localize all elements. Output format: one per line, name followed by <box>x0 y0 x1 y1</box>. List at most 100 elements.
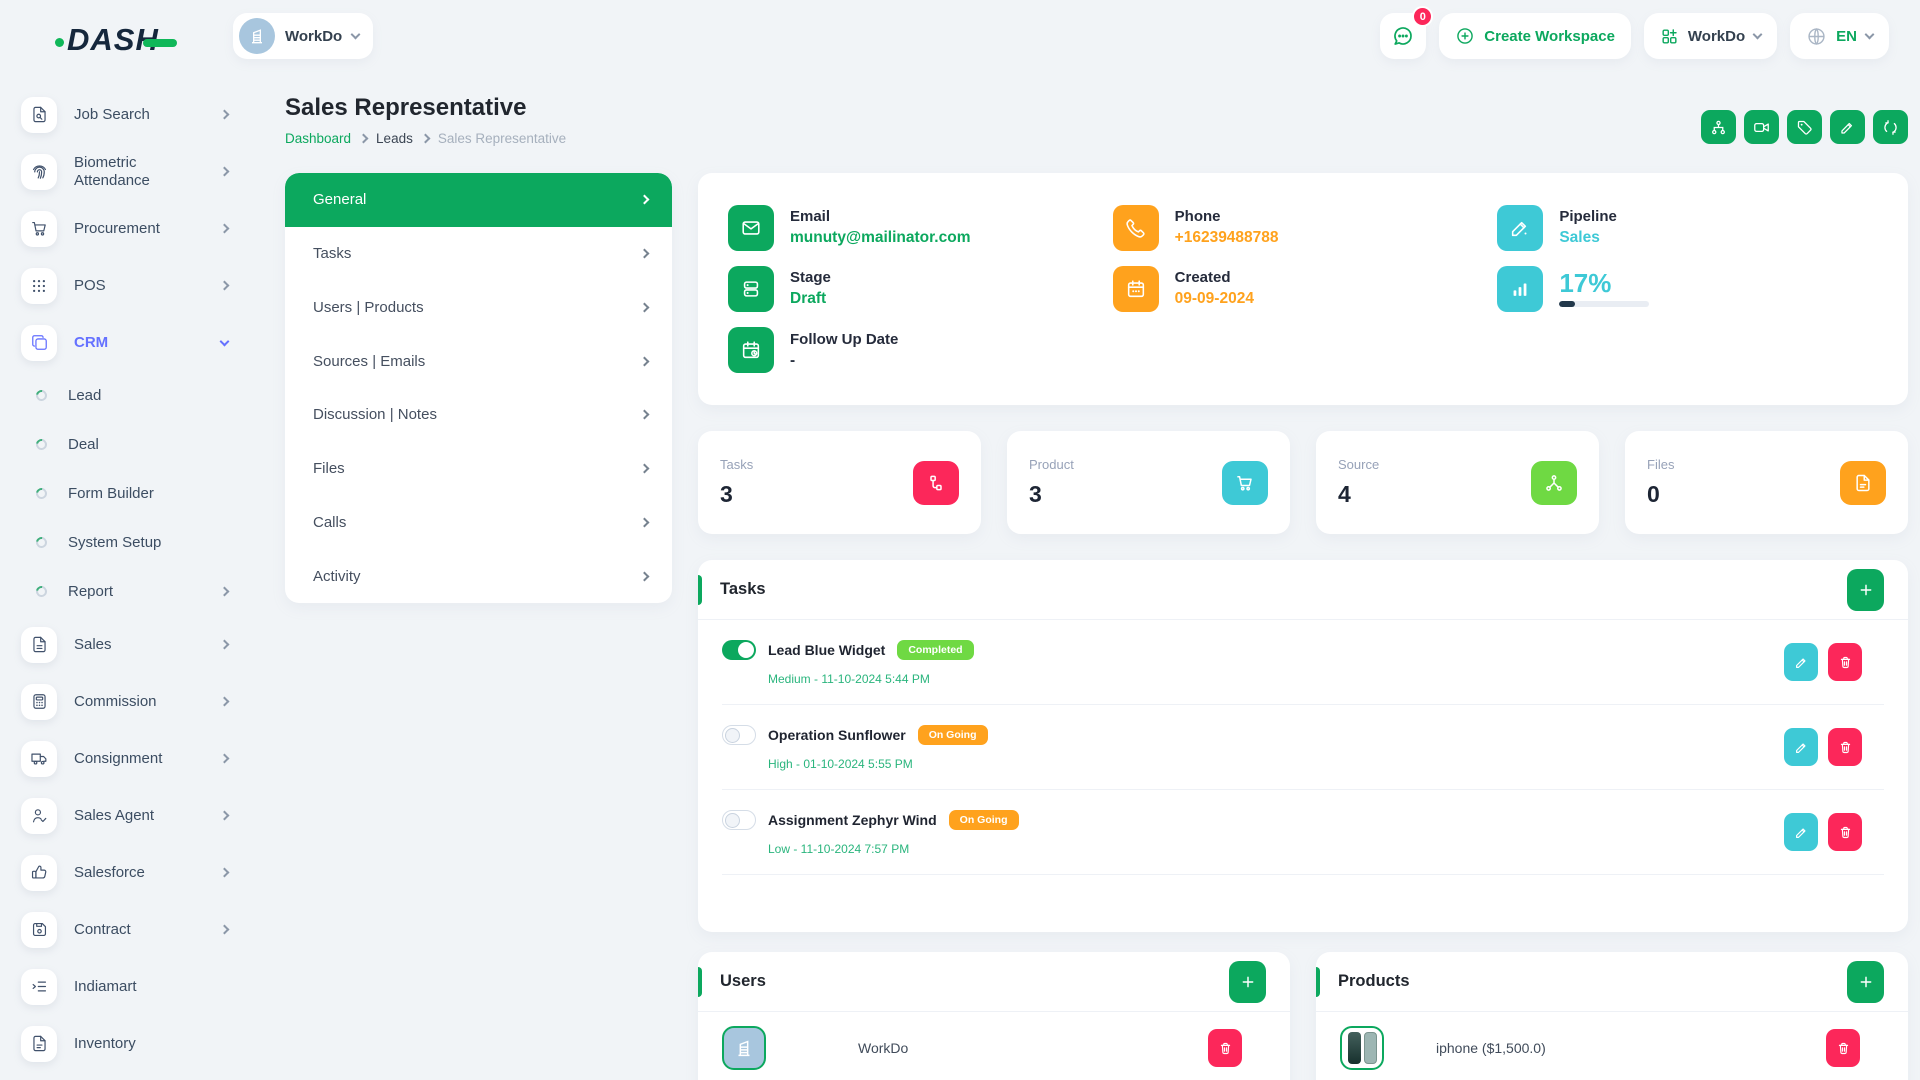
file-text-icon <box>21 627 57 663</box>
sidebar-subitem-report[interactable]: Report <box>21 567 250 616</box>
tab-files[interactable]: Files <box>285 442 672 496</box>
trash-icon <box>1838 655 1853 670</box>
sidebar-item-crm[interactable]: CRM <box>21 314 250 371</box>
stat-card-files[interactable]: Files 0 <box>1625 431 1908 534</box>
sidebar-item-job-search[interactable]: Job Search <box>21 86 250 143</box>
delete-task-button[interactable] <box>1828 728 1862 766</box>
sidebar-subitem-system-setup[interactable]: System Setup <box>21 518 250 567</box>
fingerprint-icon <box>21 154 57 190</box>
workspace-selector[interactable]: WorkDo <box>233 13 373 59</box>
users-header: Users <box>698 952 1290 1012</box>
phone-value[interactable]: +16239488788 <box>1175 229 1279 247</box>
plus-circle-icon <box>1455 26 1475 46</box>
pencil-icon <box>1794 825 1809 840</box>
product-row: iphone ($1,500.0) <box>1340 1026 1884 1070</box>
create-workspace-button[interactable]: Create Workspace <box>1439 13 1631 59</box>
tab-activity[interactable]: Activity <box>285 549 672 603</box>
sitemap-button[interactable] <box>1701 110 1736 144</box>
task-toggle[interactable] <box>722 640 756 660</box>
chat-bubble-icon <box>1391 24 1415 48</box>
add-user-button[interactable] <box>1229 961 1266 1003</box>
delete-task-button[interactable] <box>1828 643 1862 681</box>
tab-tasks[interactable]: Tasks <box>285 227 672 281</box>
refresh-icon <box>1882 119 1899 136</box>
page-actions <box>1701 110 1908 146</box>
language-selector[interactable]: EN <box>1790 13 1889 59</box>
sidebar-item-label: Indiamart <box>74 978 137 996</box>
pipeline-label: Pipeline <box>1559 208 1617 225</box>
plus-icon <box>1858 974 1874 990</box>
workspace-switcher[interactable]: WorkDo <box>1644 13 1777 59</box>
delete-product-button[interactable] <box>1826 1029 1860 1067</box>
sidebar-item-procurement[interactable]: Procurement <box>21 200 250 257</box>
video-call-button[interactable] <box>1744 110 1779 144</box>
tab-sources-emails[interactable]: Sources | Emails <box>285 334 672 388</box>
page-title: Sales Representative <box>285 94 566 122</box>
stat-value: 3 <box>720 481 753 508</box>
sidebar-item-pos[interactable]: POS <box>21 257 250 314</box>
task-status-badge: Completed <box>897 640 973 660</box>
tasks-title: Tasks <box>720 580 766 599</box>
messages-button[interactable]: 0 <box>1380 13 1426 59</box>
sidebar-subitem-form-builder[interactable]: Form Builder <box>21 469 250 518</box>
products-header: Products <box>1316 952 1908 1012</box>
sidebar-item-biometric-attendance[interactable]: Biometric Attendance <box>21 143 250 200</box>
task-toggle[interactable] <box>722 810 756 830</box>
sidebar-item-contract[interactable]: Contract <box>21 901 250 958</box>
sidebar-item-label: Salesforce <box>74 864 145 882</box>
add-task-button[interactable] <box>1847 569 1884 611</box>
task-toggle[interactable] <box>722 725 756 745</box>
sidebar-item-commission[interactable]: Commission <box>21 673 250 730</box>
sidebar-subitem-deal[interactable]: Deal <box>21 420 250 469</box>
ring-dot-icon <box>34 584 49 599</box>
tab-users-products[interactable]: Users | Products <box>285 281 672 335</box>
language-label: EN <box>1836 28 1857 45</box>
tab-label: Calls <box>313 514 346 531</box>
calendar-icon <box>1113 266 1159 312</box>
app-logo[interactable]: DASH <box>55 22 177 58</box>
sidebar-subitem-lead[interactable]: Lead <box>21 371 250 420</box>
sidebar-item-salesforce[interactable]: Salesforce <box>21 844 250 901</box>
tab-discussion-notes[interactable]: Discussion | Notes <box>285 388 672 442</box>
sidebar-item-inventory[interactable]: Inventory <box>21 1015 250 1072</box>
tab-label: Activity <box>313 568 361 585</box>
sidebar-item-indiamart[interactable]: Indiamart <box>21 958 250 1015</box>
edit-task-button[interactable] <box>1784 643 1818 681</box>
label-button[interactable] <box>1787 110 1822 144</box>
tab-calls[interactable]: Calls <box>285 496 672 550</box>
stat-card-tasks[interactable]: Tasks 3 <box>698 431 981 534</box>
user-row: WorkDo <box>722 1026 1266 1070</box>
task-meta: Medium - 11-10-2024 5:44 PM <box>768 672 974 686</box>
delete-user-button[interactable] <box>1208 1029 1242 1067</box>
product-name: iphone ($1,500.0) <box>1436 1040 1546 1056</box>
sidebar-item-sales[interactable]: Sales <box>21 616 250 673</box>
delete-task-button[interactable] <box>1828 813 1862 851</box>
sidebar-item-label: POS <box>74 277 106 295</box>
breadcrumb-dashboard[interactable]: Dashboard <box>285 131 351 146</box>
email-label: Email <box>790 208 970 225</box>
sidebar-item-sales-agent[interactable]: Sales Agent <box>21 787 250 844</box>
ring-dot-icon <box>34 388 49 403</box>
save-icon <box>21 912 57 948</box>
convert-button[interactable] <box>1873 110 1908 144</box>
add-product-button[interactable] <box>1847 961 1884 1003</box>
email-value[interactable]: munuty@mailinator.com <box>790 229 970 247</box>
tab-label: Users | Products <box>313 299 424 316</box>
tab-general[interactable]: General <box>285 173 672 227</box>
edit-lead-button[interactable] <box>1830 110 1865 144</box>
products-title: Products <box>1338 972 1410 991</box>
stat-card-source[interactable]: Source 4 <box>1316 431 1599 534</box>
plus-icon <box>1858 582 1874 598</box>
stat-card-product[interactable]: Product 3 <box>1007 431 1290 534</box>
sidebar-item-consignment[interactable]: Consignment <box>21 730 250 787</box>
file-icon <box>1840 461 1886 505</box>
trash-icon <box>1218 1041 1233 1056</box>
breadcrumb-leads[interactable]: Leads <box>376 131 413 146</box>
edit-task-button[interactable] <box>1784 728 1818 766</box>
sidebar-item-label: Contract <box>74 921 131 939</box>
phone-thumbnail <box>1364 1032 1377 1064</box>
chevron-down-icon <box>1865 30 1875 40</box>
stat-label: Files <box>1647 457 1674 472</box>
products-card: Products iphone ($1,500.0) <box>1316 952 1908 1080</box>
edit-task-button[interactable] <box>1784 813 1818 851</box>
